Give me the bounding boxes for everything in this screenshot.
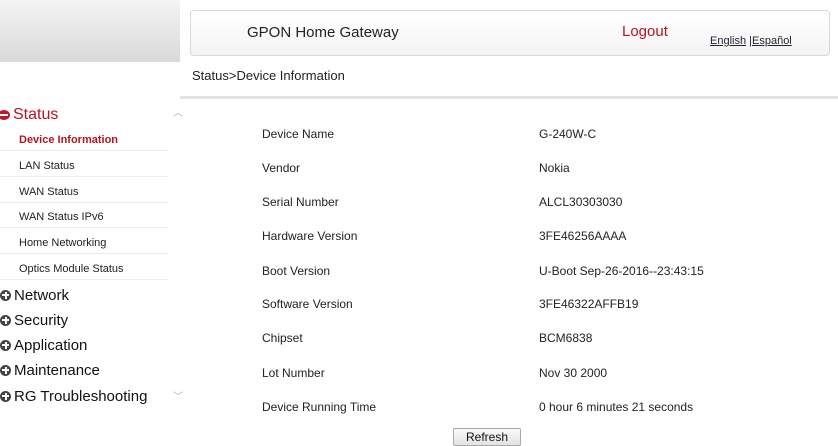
sidebar-item[interactable]: Optics Module Status <box>0 258 168 280</box>
divider <box>180 96 838 99</box>
expand-icon <box>0 314 11 326</box>
breadcrumb: Status>Device Information <box>192 68 345 83</box>
info-value: ALCL30303030 <box>539 195 623 209</box>
english-link[interactable]: English <box>710 35 746 47</box>
refresh-button[interactable]: Refresh <box>453 428 521 446</box>
info-value: Nov 30 2000 <box>539 366 608 380</box>
info-value: U-Boot Sep-26-2016--23:43:15 <box>539 264 704 278</box>
spanish-link[interactable]: Español <box>752 35 792 47</box>
sidebar-item[interactable]: Home Networking <box>0 232 168 254</box>
sidebar-group-label: Status <box>13 106 59 123</box>
sidebar-group-label: Application <box>14 336 88 354</box>
sidebar-scrollbar[interactable]: ︿ ﹀ <box>172 108 184 404</box>
sidebar-group-label: RG Troubleshooting <box>14 387 148 405</box>
sidebar-group[interactable]: Application <box>0 334 87 356</box>
header-bar: GPON Home Gateway Logout English |Españo… <box>190 10 830 56</box>
info-label: Device Name <box>262 127 335 141</box>
expand-icon <box>0 364 11 376</box>
sidebar-item[interactable]: WAN Status IPv6 <box>0 206 168 228</box>
sidebar-group[interactable]: RG Troubleshooting <box>0 385 147 407</box>
info-label: Device Running Time <box>262 400 377 414</box>
info-label: Chipset <box>262 331 303 345</box>
sidebar-item[interactable]: WAN Status <box>0 181 168 203</box>
language-switch: English |Español <box>710 35 792 47</box>
expand-icon <box>0 289 11 301</box>
info-label: Boot Version <box>262 264 331 278</box>
sidebar-item[interactable]: LAN Status <box>0 155 168 177</box>
info-value: 3FE46322AFFB19 <box>539 297 639 311</box>
info-value: 0 hour 6 minutes 21 seconds <box>539 400 694 414</box>
chevron-up-icon[interactable]: ︿ <box>172 108 184 120</box>
info-value: 3FE46256AAAA <box>539 229 627 243</box>
sidebar-group[interactable]: Network <box>0 284 69 306</box>
sidebar-item[interactable]: Device Information <box>0 129 168 151</box>
info-label: Software Version <box>262 297 353 311</box>
info-label: Hardware Version <box>262 229 358 243</box>
header-title: GPON Home Gateway <box>247 24 399 41</box>
collapse-icon <box>0 110 10 120</box>
info-label: Serial Number <box>262 195 339 209</box>
info-value: G-240W-C <box>539 127 597 141</box>
info-label: Vendor <box>262 161 301 175</box>
sidebar-group[interactable]: Maintenance <box>0 359 100 381</box>
sidebar-group-label: Network <box>14 286 70 304</box>
expand-icon <box>0 390 11 402</box>
info-label: Lot Number <box>262 366 325 380</box>
info-value: BCM6838 <box>539 331 593 345</box>
expand-icon <box>0 339 11 351</box>
logo-area <box>0 0 180 62</box>
logout-link[interactable]: Logout <box>622 23 668 40</box>
sidebar-group-label: Security <box>14 311 69 329</box>
info-value: Nokia <box>539 161 570 175</box>
sidebar-group-label: Maintenance <box>14 361 100 379</box>
chevron-down-icon[interactable]: ﹀ <box>172 392 184 404</box>
sidebar-group-status[interactable]: Status <box>0 104 58 126</box>
sidebar-group[interactable]: Security <box>0 309 68 331</box>
